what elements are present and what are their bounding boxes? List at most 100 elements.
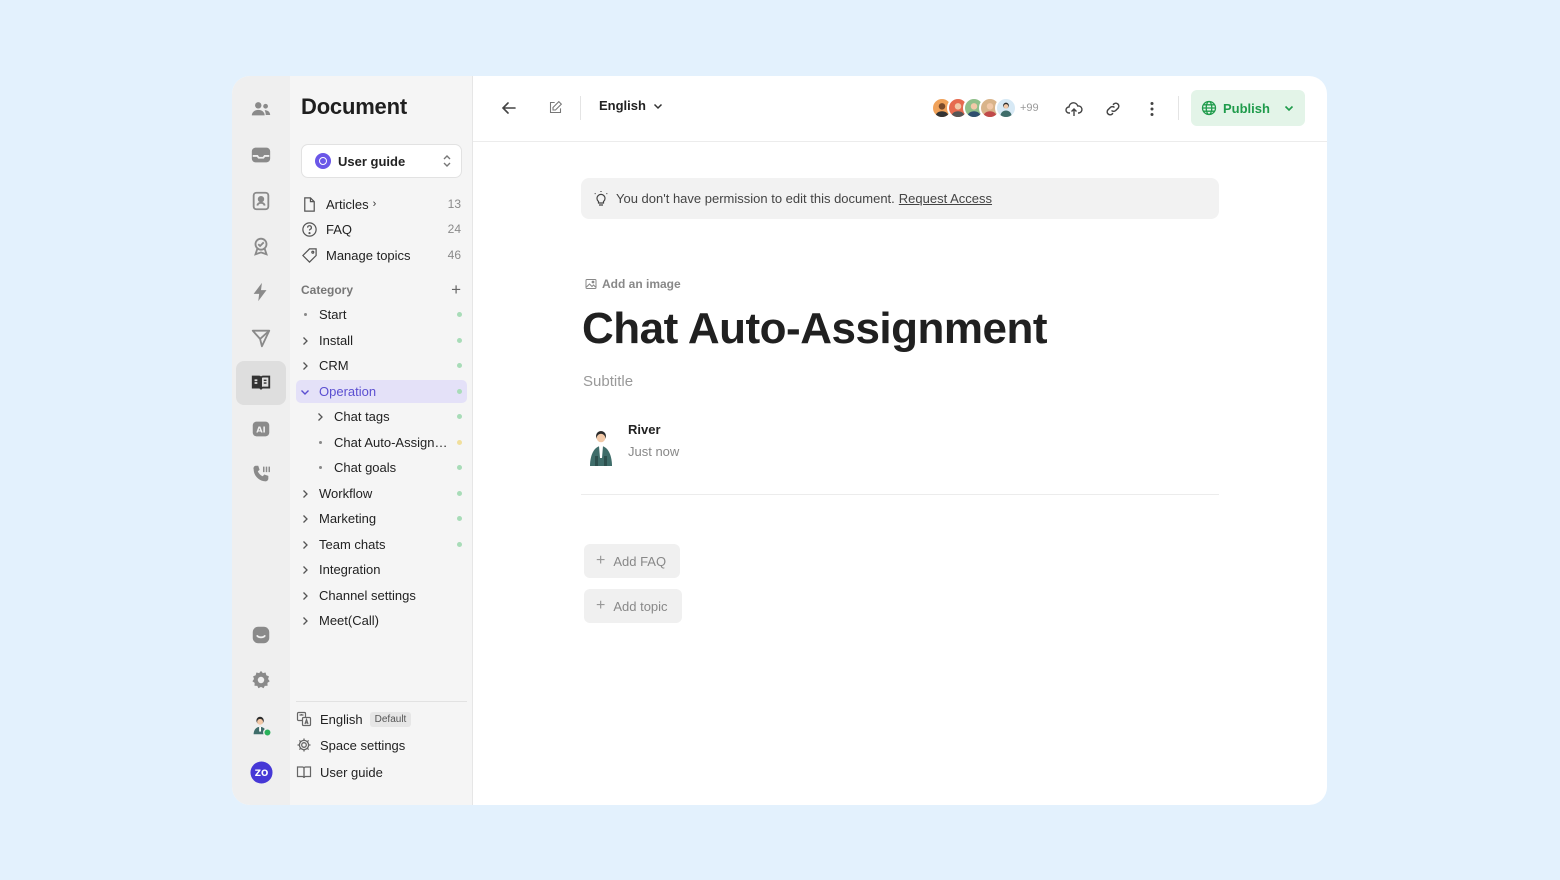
document-icon[interactable] [236, 361, 286, 405]
category-label: Chat goals [334, 460, 397, 475]
add-image-button[interactable]: Add an image [585, 277, 681, 291]
space-selector[interactable]: User guide [301, 144, 462, 178]
chevron-right-icon[interactable] [296, 359, 314, 373]
add-faq-label: Add FAQ [613, 553, 667, 569]
category-label: Channel settings [319, 588, 416, 603]
icon-rail: AI ZO [232, 76, 290, 805]
permission-notice: You don't have permission to edit this d… [581, 178, 1219, 219]
category-channel-settings[interactable]: Channel settings [296, 584, 467, 607]
status-dot [457, 516, 462, 521]
language-dropdown[interactable]: English [599, 98, 664, 113]
edit-icon[interactable] [548, 100, 563, 115]
toolbar-separator [1178, 96, 1179, 120]
add-image-label: Add an image [602, 277, 681, 291]
cloud-upload-icon[interactable] [1065, 100, 1083, 118]
category-chat-auto-assignment[interactable]: Chat Auto-Assignment [296, 431, 467, 454]
toolbar: English +99 Publish [473, 76, 1327, 142]
category-chat-goals[interactable]: Chat goals [296, 456, 467, 479]
sidebar-title: Document [301, 94, 407, 119]
ai-icon[interactable]: AI [236, 407, 286, 451]
book-icon [296, 766, 312, 779]
status-dot [457, 414, 462, 419]
add-faq-button[interactable]: + Add FAQ [584, 544, 681, 578]
image-icon [585, 279, 597, 289]
category-heading: Category [301, 283, 354, 297]
chevron-right-icon[interactable] [296, 512, 314, 526]
chevron-right-icon[interactable] [296, 563, 314, 577]
phone-icon[interactable] [236, 452, 286, 496]
globe-icon [1201, 100, 1217, 116]
more-collaborators-count: +99 [1020, 102, 1039, 114]
category-team-chats[interactable]: Team chats [296, 533, 467, 556]
link-icon[interactable] [1104, 100, 1122, 118]
space-icon [315, 153, 331, 169]
publish-button[interactable]: Publish [1191, 90, 1305, 126]
chevron-right-icon[interactable] [296, 614, 314, 628]
toolbar-separator [580, 96, 581, 120]
chevron-down-icon[interactable] [296, 385, 314, 399]
chevron-right-icon[interactable] [296, 589, 314, 603]
collaborator-avatars[interactable]: +99 [931, 97, 1039, 119]
user-guide-link[interactable]: User guide [296, 761, 383, 783]
send-icon[interactable] [236, 316, 286, 360]
category-label: Operation [319, 384, 377, 399]
status-dot [457, 465, 462, 470]
chevron-down-icon [1284, 105, 1294, 112]
bolt-icon[interactable] [236, 270, 286, 314]
category-operation[interactable]: Operation [296, 380, 467, 403]
profile-icon[interactable] [236, 179, 286, 223]
avatar [995, 97, 1017, 119]
category-start[interactable]: Start [296, 303, 467, 326]
author-timestamp: Just now [628, 444, 680, 459]
nav-articles[interactable]: Articles › 13 [301, 192, 461, 216]
nav-manage-topics[interactable]: Manage topics 46 [301, 243, 461, 267]
chevron-right-icon[interactable] [296, 538, 314, 552]
category-meet-call[interactable]: Meet(Call) [296, 609, 467, 632]
main-content: English +99 Publish You don't have permi… [473, 76, 1327, 805]
status-dot [457, 363, 462, 368]
request-access-link[interactable]: Request Access [899, 191, 992, 206]
inbox-icon[interactable] [236, 133, 286, 177]
chevron-right-icon[interactable] [296, 487, 314, 501]
category-marketing[interactable]: Marketing [296, 507, 467, 530]
category-label: Marketing [319, 511, 377, 526]
user-guide-label: User guide [320, 764, 383, 780]
nav-articles-count: 13 [447, 197, 461, 211]
nav-faq-count: 24 [447, 222, 461, 236]
settings-icon[interactable] [236, 658, 286, 702]
category-label: Start [319, 307, 347, 322]
svg-text:AI: AI [256, 425, 265, 435]
add-topic-button[interactable]: + Add topic [584, 589, 682, 623]
user-avatar[interactable] [236, 704, 286, 748]
category-integration[interactable]: Integration [296, 558, 467, 581]
status-dot [457, 440, 462, 445]
contacts-icon[interactable] [236, 87, 286, 131]
chevron-right-icon[interactable] [296, 334, 314, 348]
bullet-icon [311, 466, 329, 469]
translate-icon [296, 711, 312, 727]
chevron-right-icon[interactable] [311, 410, 329, 424]
publish-label: Publish [1223, 100, 1270, 116]
document-title[interactable]: Chat Auto-Assignment [582, 304, 1048, 354]
brand-logo[interactable]: ZO [236, 750, 286, 794]
author-avatar [590, 431, 612, 466]
chat-icon[interactable] [236, 613, 286, 657]
language-setting[interactable]: English Default [296, 708, 412, 730]
badge-icon[interactable] [236, 224, 286, 268]
category-install[interactable]: Install [296, 329, 467, 352]
add-category-icon[interactable]: + [451, 281, 461, 298]
nav-faq-label: FAQ [326, 221, 353, 237]
category-workflow[interactable]: Workflow [296, 482, 467, 505]
category-chat-tags[interactable]: Chat tags [296, 405, 467, 428]
space-settings[interactable]: Space settings [296, 734, 405, 756]
more-vertical-icon[interactable] [1143, 100, 1161, 118]
sort-icon [443, 155, 451, 167]
category-label: Chat tags [334, 409, 390, 424]
back-arrow-icon[interactable] [500, 99, 518, 117]
category-crm[interactable]: CRM [296, 354, 467, 377]
category-label: Chat Auto-Assignment [334, 435, 449, 450]
nav-faq[interactable]: FAQ 24 [301, 217, 461, 241]
language-dropdown-label: English [599, 98, 646, 113]
document-subtitle[interactable]: Subtitle [583, 373, 633, 390]
file-icon [304, 196, 315, 212]
